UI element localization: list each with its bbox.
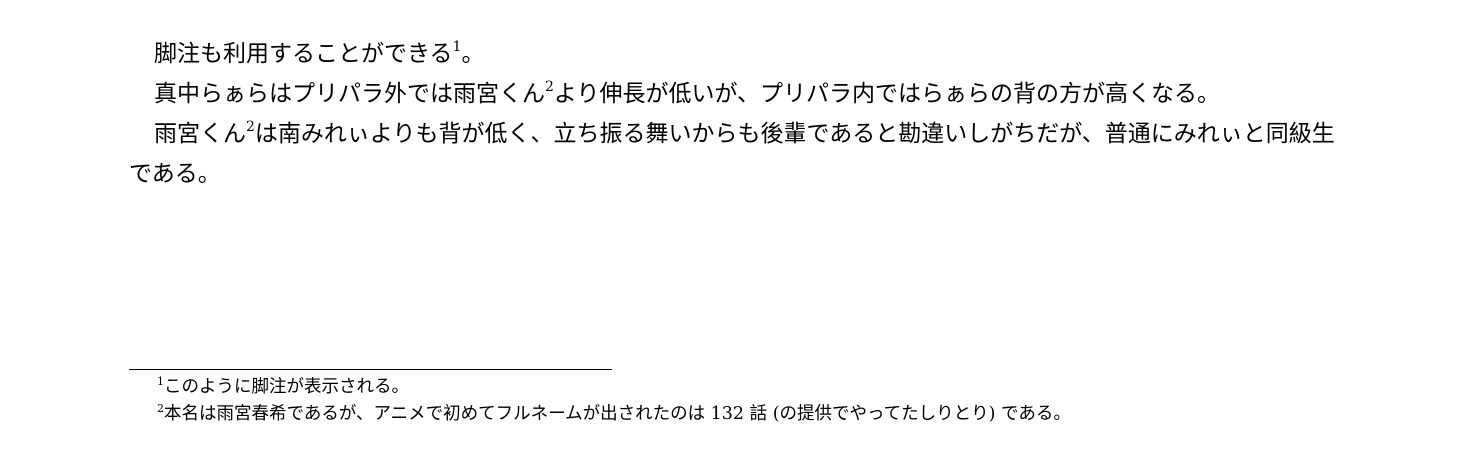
footnotes: 1このように脚注が表示される。 2本名は雨宮春希であるが、アニメで初めてフルネー… <box>129 374 1344 428</box>
footnote-mark: 1 <box>157 375 164 388</box>
footnote-ref-2[interactable]: 2 <box>545 79 554 95</box>
footnote-text: 本名は雨宮春希であるが、アニメで初めてフルネームが出されたのは 132 話 (の… <box>164 404 1071 424</box>
paragraph-punctuation: 。 <box>461 41 485 67</box>
paragraph-1: 脚注も利用することができる1。 <box>129 34 1344 74</box>
paragraph-text: 真中らぁらはプリパラ外では雨宮くん <box>154 81 545 107</box>
paragraph-text: は南みれぃよりも背が低く、立ち振る舞いからも後輩であると勘違いしがちだが、普通に… <box>129 121 1335 187</box>
footnote-1: 1このように脚注が表示される。 <box>129 374 1344 401</box>
paragraph-2: 真中らぁらはプリパラ外では雨宮くん2より伸長が低いが、プリパラ内ではらぁらの背の… <box>129 74 1344 114</box>
footnote-separator <box>129 369 612 370</box>
paragraph-text: 雨宮くん <box>154 121 246 147</box>
paragraph-text: より伸長が低いが、プリパラ内ではらぁらの背の方が高くなる。 <box>553 81 1221 107</box>
footnote-ref-2[interactable]: 2 <box>246 119 255 135</box>
main-text: 脚注も利用することができる1。 真中らぁらはプリパラ外では雨宮くん2より伸長が低… <box>129 34 1344 194</box>
document-page: 脚注も利用することができる1。 真中らぁらはプリパラ外では雨宮くん2より伸長が低… <box>0 0 1471 458</box>
footnote-2: 2本名は雨宮春希であるが、アニメで初めてフルネームが出されたのは 132 話 (… <box>129 401 1344 428</box>
footnote-mark: 2 <box>157 402 164 415</box>
paragraph-text: 脚注も利用することができる <box>154 41 453 67</box>
footnote-text: このように脚注が表示される。 <box>164 377 409 397</box>
paragraph-3: 雨宮くん2は南みれぃよりも背が低く、立ち振る舞いからも後輩であると勘違いしがちだ… <box>129 114 1344 194</box>
